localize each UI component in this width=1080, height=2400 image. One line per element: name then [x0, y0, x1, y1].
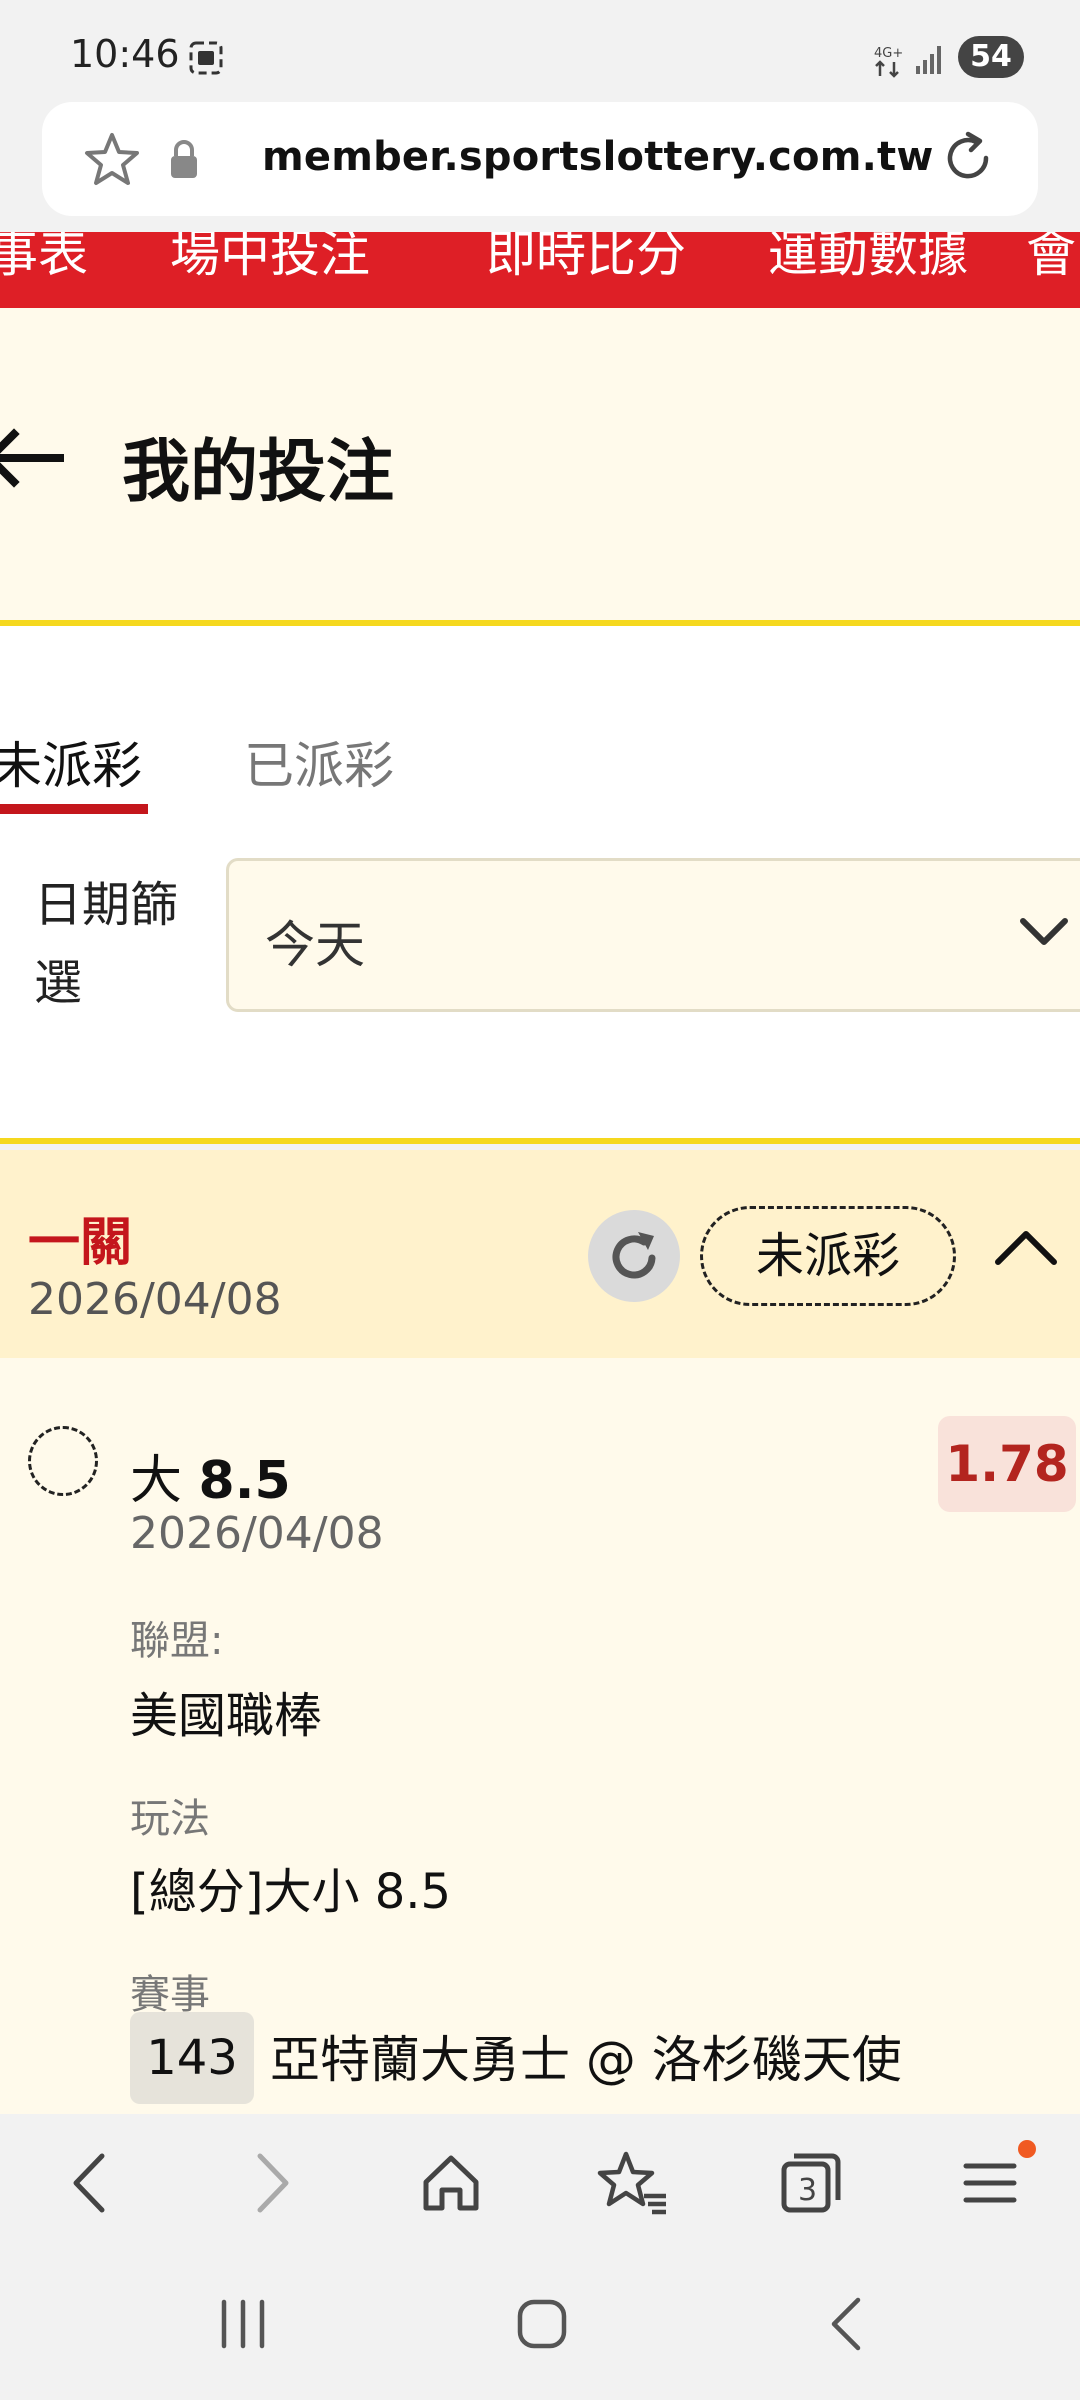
- date-filter-select[interactable]: 今天: [226, 858, 1080, 1012]
- tab-count: 3: [798, 2173, 817, 2208]
- event-name: 亞特蘭大勇士 @ 洛杉磯天使: [270, 2031, 902, 2089]
- nav-item-schedule[interactable]: 賽事表: [0, 232, 88, 286]
- market-label: 玩法: [130, 1796, 210, 1842]
- system-back-icon[interactable]: [820, 2294, 874, 2358]
- bet-selection: 大 8.5: [130, 1438, 291, 1513]
- lock-icon[interactable]: [168, 138, 200, 184]
- back-arrow-icon[interactable]: [0, 426, 64, 494]
- date-filter-value: 今天: [265, 916, 365, 974]
- browser-toolbar: 3: [0, 2114, 1080, 2254]
- selection-prefix: 大: [130, 1451, 183, 1511]
- bet-type: 一關: [28, 1213, 133, 1273]
- chevron-down-icon: [1019, 915, 1069, 953]
- reload-icon[interactable]: [936, 126, 1000, 194]
- nav-item-live-betting[interactable]: 場中投注: [170, 232, 370, 286]
- tab-settled[interactable]: 已派彩: [244, 726, 394, 798]
- chevron-up-icon[interactable]: [994, 1226, 1058, 1270]
- odds-badge: 1.78: [938, 1416, 1076, 1512]
- nav-item-sports-data[interactable]: 運動數據: [768, 232, 968, 286]
- forward-icon[interactable]: [242, 2148, 302, 2222]
- screenshot-icon: [188, 40, 224, 80]
- top-nav: 賽事表 場中投注 即時比分 運動數據 會: [0, 232, 1080, 308]
- url-text[interactable]: member.sportslottery.com.tw: [262, 134, 933, 180]
- system-nav-bar: [0, 2254, 1080, 2400]
- page-header: 我的投注: [0, 308, 1080, 626]
- battery-indicator: 54: [958, 36, 1024, 78]
- league-value: 美國職棒: [130, 1688, 323, 1744]
- event-number: 143: [130, 2012, 254, 2104]
- bookmark-star-icon[interactable]: [82, 130, 142, 194]
- recent-apps-icon[interactable]: [216, 2294, 270, 2358]
- selection-value: 8.5: [198, 1451, 291, 1511]
- tabs-icon[interactable]: 3: [776, 2148, 846, 2222]
- address-bar[interactable]: member.sportslottery.com.tw: [42, 102, 1038, 216]
- bookmarks-icon[interactable]: [596, 2148, 670, 2222]
- refresh-button[interactable]: [588, 1210, 680, 1302]
- home-button-icon[interactable]: [512, 2294, 572, 2358]
- nav-item-member[interactable]: 會: [1026, 232, 1076, 286]
- status-bar: 10:46 4G+ 54: [0, 0, 1080, 100]
- network-4g-icon: 4G+: [872, 42, 908, 82]
- menu-icon[interactable]: [960, 2148, 1020, 2222]
- notification-dot: [1018, 2140, 1036, 2158]
- network-label: 4G+: [874, 46, 903, 61]
- page-title: 我的投注: [122, 433, 395, 512]
- bet-detail: 大 8.5 1.78 2026/04/08 聯盟: 美國職棒 玩法 [總分]大小…: [0, 1358, 1080, 2114]
- bet-group-date: 2026/04/08: [28, 1274, 282, 1325]
- bet-group-header[interactable]: 一關 2026/04/08 未派彩: [0, 1150, 1080, 1358]
- payout-status-badge: 未派彩: [700, 1206, 956, 1306]
- status-time: 10:46: [70, 32, 180, 76]
- nav-item-live-scores[interactable]: 即時比分: [486, 232, 686, 286]
- tab-filter-area: 未派彩 已派彩 日期篩選 今天: [0, 626, 1080, 1144]
- tab-unsettled[interactable]: 未派彩: [0, 726, 142, 798]
- league-label: 聯盟:: [130, 1618, 224, 1664]
- date-filter-label: 日期篩選: [34, 877, 179, 1011]
- bet-status-radio: [28, 1426, 98, 1496]
- home-icon[interactable]: [416, 2148, 486, 2222]
- signal-icon: [914, 40, 948, 80]
- back-icon[interactable]: [60, 2148, 120, 2222]
- active-tab-indicator: [0, 804, 148, 814]
- bet-date: 2026/04/08: [130, 1508, 384, 1559]
- market-value: [總分]大小 8.5: [130, 1864, 452, 1920]
